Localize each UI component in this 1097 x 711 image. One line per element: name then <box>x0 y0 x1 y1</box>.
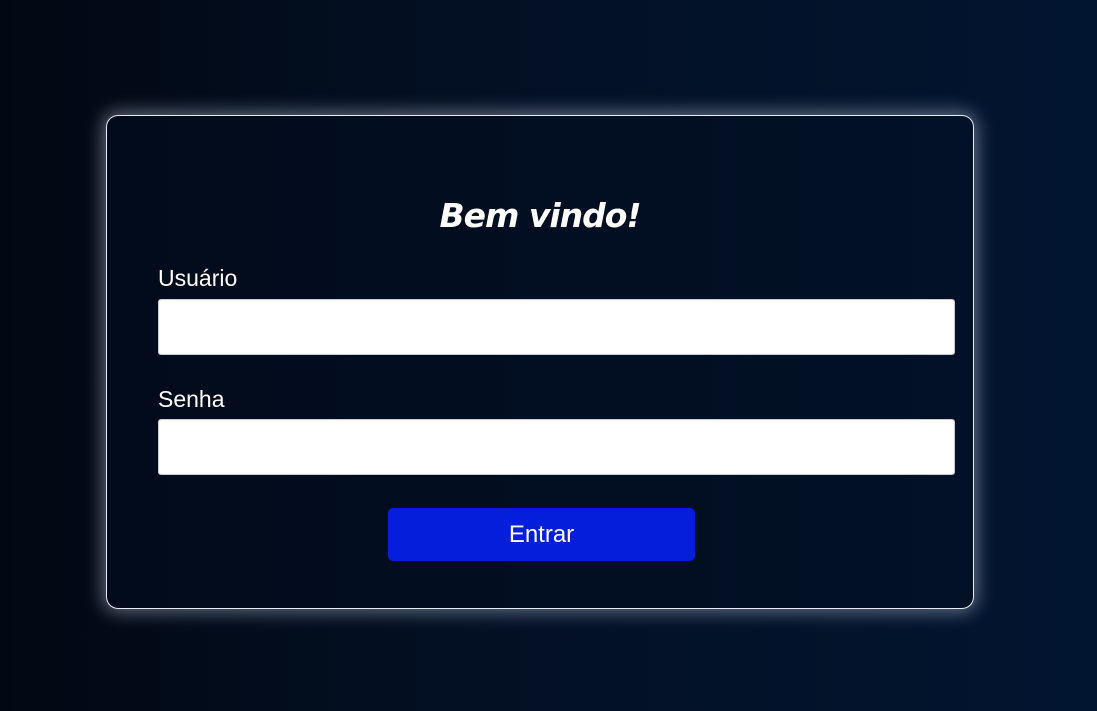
username-input[interactable] <box>158 299 955 355</box>
password-label: Senha <box>158 386 225 412</box>
password-input[interactable] <box>158 419 955 475</box>
welcome-title: Bem vindo! <box>439 196 641 235</box>
login-button[interactable]: Entrar <box>388 508 695 561</box>
login-card: Bem vindo! Usuário Senha Entrar <box>106 115 974 609</box>
username-label: Usuário <box>158 265 238 291</box>
